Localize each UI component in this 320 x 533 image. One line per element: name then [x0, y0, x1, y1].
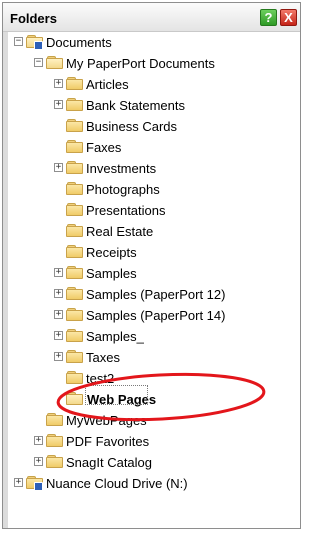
tree-item-samples-paperport-12[interactable]: + Samples (PaperPort 12)	[8, 284, 300, 305]
tree-item-samples[interactable]: + Samples	[8, 263, 300, 284]
tree-item-label: Photographs	[86, 182, 160, 197]
tree-item-test2[interactable]: test2	[8, 368, 300, 389]
tree-item-presentations[interactable]: Presentations	[8, 200, 300, 221]
tree-item-documents[interactable]: − Documents	[8, 32, 300, 53]
expand-icon[interactable]: +	[54, 268, 63, 277]
folder-icon	[66, 77, 83, 91]
folder-icon	[46, 455, 63, 469]
tree-item-label: Receipts	[86, 245, 137, 260]
tree-item-label: Investments	[86, 161, 157, 176]
folder-icon	[66, 329, 83, 343]
collapse-icon[interactable]: −	[14, 37, 23, 46]
folder-icon	[66, 308, 83, 322]
folder-icon	[66, 140, 83, 154]
tree-item-label: Bank Statements	[86, 98, 185, 113]
tree-item-label: Faxes	[86, 140, 122, 155]
collapse-icon[interactable]: −	[34, 58, 43, 67]
tree-item-label: Nuance Cloud Drive (N:)	[46, 476, 188, 491]
tree-item-label: MyWebPages	[66, 413, 147, 428]
folder-icon	[46, 413, 63, 427]
expand-icon[interactable]: +	[54, 289, 63, 298]
tree-item-label: Samples (PaperPort 12)	[86, 287, 226, 302]
expand-icon[interactable]: +	[54, 163, 63, 172]
tree-item-nuance-cloud-drive[interactable]: + Nuance Cloud Drive (N:)	[8, 473, 300, 494]
folder-icon	[66, 371, 83, 385]
folder-icon	[66, 287, 83, 301]
tree-item-samples-underscore[interactable]: + Samples_	[8, 326, 300, 347]
tree-item-photographs[interactable]: Photographs	[8, 179, 300, 200]
tree-item-bank-statements[interactable]: + Bank Statements	[8, 95, 300, 116]
folder-icon	[66, 266, 83, 280]
tree-item-real-estate[interactable]: Real Estate	[8, 221, 300, 242]
close-icon[interactable]: X	[280, 9, 297, 26]
tree-item-web-pages[interactable]: Web Pages	[8, 389, 300, 410]
tree-item-label: Samples (PaperPort 14)	[86, 308, 226, 323]
tree-item-faxes[interactable]: Faxes	[8, 137, 300, 158]
folders-panel: Folders ? X − Documents − My PaperPort D…	[2, 2, 301, 529]
tree-item-investments[interactable]: + Investments	[8, 158, 300, 179]
folder-icon	[26, 476, 43, 491]
expand-icon[interactable]: +	[54, 352, 63, 361]
tree-item-label: test2	[86, 371, 115, 386]
tree-item-label: Articles	[86, 77, 129, 92]
folder-open-icon	[66, 392, 83, 406]
expand-icon[interactable]: +	[14, 478, 23, 487]
folder-icon	[66, 98, 83, 112]
folder-icon	[66, 182, 83, 196]
folder-icon	[46, 56, 63, 70]
tree-item-pdf-favorites[interactable]: + PDF Favorites	[8, 431, 300, 452]
tree-item-label: Samples_	[86, 329, 144, 344]
panel-title: Folders	[10, 11, 57, 26]
tree-item-label: My PaperPort Documents	[66, 56, 215, 71]
tree-item-label: SnagIt Catalog	[66, 455, 153, 470]
tree-item-label: PDF Favorites	[66, 434, 150, 449]
folder-tree: − Documents − My PaperPort Documents + A…	[3, 32, 300, 528]
folder-icon	[66, 161, 83, 175]
tree-item-my-paperport-documents[interactable]: − My PaperPort Documents	[8, 53, 300, 74]
folder-icon	[46, 434, 63, 448]
tree-item-receipts[interactable]: Receipts	[8, 242, 300, 263]
tree-item-taxes[interactable]: + Taxes	[8, 347, 300, 368]
tree-item-business-cards[interactable]: Business Cards	[8, 116, 300, 137]
tree-item-label: Presentations	[86, 203, 166, 218]
folder-icon	[26, 35, 43, 50]
folder-icon	[66, 119, 83, 133]
tree-item-label: Real Estate	[86, 224, 154, 239]
tree-item-samples-paperport-14[interactable]: + Samples (PaperPort 14)	[8, 305, 300, 326]
tree-item-snagit-catalog[interactable]: + SnagIt Catalog	[8, 452, 300, 473]
folders-header: Folders ? X	[3, 3, 300, 32]
tree-item-label: Samples	[86, 266, 137, 281]
tree-item-mywebpages[interactable]: MyWebPages	[8, 410, 300, 431]
folder-icon	[66, 245, 83, 259]
expand-icon[interactable]: +	[34, 457, 43, 466]
tree-item-label: Business Cards	[86, 119, 178, 134]
expand-icon[interactable]: +	[34, 436, 43, 445]
help-icon[interactable]: ?	[260, 9, 277, 26]
expand-icon[interactable]: +	[54, 331, 63, 340]
folder-icon	[66, 203, 83, 217]
folder-icon	[66, 350, 83, 364]
expand-icon[interactable]: +	[54, 100, 63, 109]
tree-item-label: Taxes	[86, 350, 120, 365]
selection-focus-rect	[85, 385, 148, 405]
tree-item-articles[interactable]: + Articles	[8, 74, 300, 95]
expand-icon[interactable]: +	[54, 79, 63, 88]
folder-icon	[66, 224, 83, 238]
tree-item-label: Documents	[46, 35, 112, 50]
expand-icon[interactable]: +	[54, 310, 63, 319]
